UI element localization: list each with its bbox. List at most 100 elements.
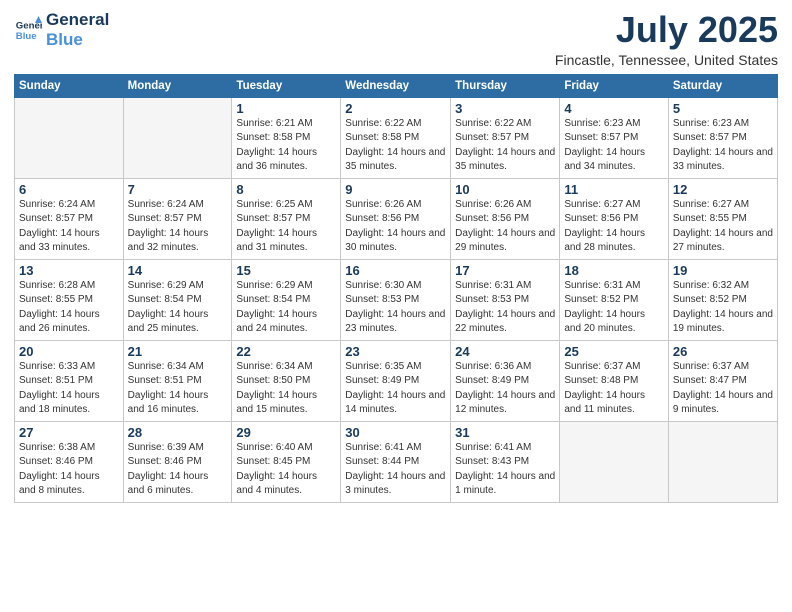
calendar-header-row: SundayMondayTuesdayWednesdayThursdayFrid… — [15, 74, 778, 97]
day-number: 31 — [455, 425, 555, 440]
day-detail: Sunrise: 6:31 AMSunset: 8:52 PMDaylight:… — [564, 279, 664, 337]
day-number: 24 — [455, 344, 555, 359]
day-number: 5 — [673, 101, 773, 116]
day-detail: Sunrise: 6:31 AMSunset: 8:53 PMDaylight:… — [455, 279, 555, 337]
calendar-cell: 13Sunrise: 6:28 AMSunset: 8:55 PMDayligh… — [15, 259, 124, 340]
svg-text:Blue: Blue — [16, 31, 37, 42]
calendar-cell: 3Sunrise: 6:22 AMSunset: 8:57 PMDaylight… — [451, 97, 560, 178]
day-number: 12 — [673, 182, 773, 197]
day-number: 19 — [673, 263, 773, 278]
calendar-cell: 11Sunrise: 6:27 AMSunset: 8:56 PMDayligh… — [560, 178, 669, 259]
calendar-cell: 20Sunrise: 6:33 AMSunset: 8:51 PMDayligh… — [15, 340, 124, 421]
calendar-cell: 18Sunrise: 6:31 AMSunset: 8:52 PMDayligh… — [560, 259, 669, 340]
day-number: 22 — [236, 344, 336, 359]
calendar-cell: 23Sunrise: 6:35 AMSunset: 8:49 PMDayligh… — [341, 340, 451, 421]
calendar-cell: 19Sunrise: 6:32 AMSunset: 8:52 PMDayligh… — [668, 259, 777, 340]
calendar-cell: 5Sunrise: 6:23 AMSunset: 8:57 PMDaylight… — [668, 97, 777, 178]
day-number: 30 — [345, 425, 446, 440]
calendar-cell — [668, 421, 777, 502]
calendar-cell: 8Sunrise: 6:25 AMSunset: 8:57 PMDaylight… — [232, 178, 341, 259]
calendar-cell: 28Sunrise: 6:39 AMSunset: 8:46 PMDayligh… — [123, 421, 232, 502]
day-number: 29 — [236, 425, 336, 440]
day-detail: Sunrise: 6:34 AMSunset: 8:50 PMDaylight:… — [236, 360, 336, 418]
day-number: 1 — [236, 101, 336, 116]
day-number: 13 — [19, 263, 119, 278]
col-header-friday: Friday — [560, 74, 669, 97]
calendar-cell — [560, 421, 669, 502]
day-number: 7 — [128, 182, 228, 197]
day-number: 25 — [564, 344, 664, 359]
day-number: 11 — [564, 182, 664, 197]
calendar-cell: 15Sunrise: 6:29 AMSunset: 8:54 PMDayligh… — [232, 259, 341, 340]
day-detail: Sunrise: 6:36 AMSunset: 8:49 PMDaylight:… — [455, 360, 555, 418]
calendar-week-row: 1Sunrise: 6:21 AMSunset: 8:58 PMDaylight… — [15, 97, 778, 178]
day-detail: Sunrise: 6:23 AMSunset: 8:57 PMDaylight:… — [564, 117, 664, 175]
day-detail: Sunrise: 6:34 AMSunset: 8:51 PMDaylight:… — [128, 360, 228, 418]
calendar-cell: 4Sunrise: 6:23 AMSunset: 8:57 PMDaylight… — [560, 97, 669, 178]
day-number: 26 — [673, 344, 773, 359]
calendar-cell: 31Sunrise: 6:41 AMSunset: 8:43 PMDayligh… — [451, 421, 560, 502]
logo-blue: Blue — [46, 30, 83, 49]
col-header-wednesday: Wednesday — [341, 74, 451, 97]
day-detail: Sunrise: 6:30 AMSunset: 8:53 PMDaylight:… — [345, 279, 446, 337]
col-header-saturday: Saturday — [668, 74, 777, 97]
day-detail: Sunrise: 6:28 AMSunset: 8:55 PMDaylight:… — [19, 279, 119, 337]
calendar-cell: 27Sunrise: 6:38 AMSunset: 8:46 PMDayligh… — [15, 421, 124, 502]
col-header-monday: Monday — [123, 74, 232, 97]
day-detail: Sunrise: 6:25 AMSunset: 8:57 PMDaylight:… — [236, 198, 336, 256]
day-number: 4 — [564, 101, 664, 116]
calendar-cell: 24Sunrise: 6:36 AMSunset: 8:49 PMDayligh… — [451, 340, 560, 421]
calendar-cell: 26Sunrise: 6:37 AMSunset: 8:47 PMDayligh… — [668, 340, 777, 421]
day-detail: Sunrise: 6:32 AMSunset: 8:52 PMDaylight:… — [673, 279, 773, 337]
calendar-cell: 21Sunrise: 6:34 AMSunset: 8:51 PMDayligh… — [123, 340, 232, 421]
sub-title: Fincastle, Tennessee, United States — [555, 52, 778, 68]
col-header-tuesday: Tuesday — [232, 74, 341, 97]
title-block: July 2025 Fincastle, Tennessee, United S… — [555, 10, 778, 68]
calendar-cell: 30Sunrise: 6:41 AMSunset: 8:44 PMDayligh… — [341, 421, 451, 502]
main-title: July 2025 — [555, 10, 778, 50]
day-detail: Sunrise: 6:41 AMSunset: 8:43 PMDaylight:… — [455, 441, 555, 499]
day-number: 10 — [455, 182, 555, 197]
page: General Blue General Blue July 2025 Finc… — [0, 0, 792, 612]
calendar-cell: 1Sunrise: 6:21 AMSunset: 8:58 PMDaylight… — [232, 97, 341, 178]
day-number: 18 — [564, 263, 664, 278]
day-detail: Sunrise: 6:37 AMSunset: 8:48 PMDaylight:… — [564, 360, 664, 418]
calendar-cell: 12Sunrise: 6:27 AMSunset: 8:55 PMDayligh… — [668, 178, 777, 259]
calendar-week-row: 20Sunrise: 6:33 AMSunset: 8:51 PMDayligh… — [15, 340, 778, 421]
calendar-cell: 16Sunrise: 6:30 AMSunset: 8:53 PMDayligh… — [341, 259, 451, 340]
col-header-thursday: Thursday — [451, 74, 560, 97]
day-detail: Sunrise: 6:35 AMSunset: 8:49 PMDaylight:… — [345, 360, 446, 418]
calendar-cell — [15, 97, 124, 178]
logo-icon: General Blue — [14, 16, 42, 44]
calendar-cell: 29Sunrise: 6:40 AMSunset: 8:45 PMDayligh… — [232, 421, 341, 502]
day-number: 6 — [19, 182, 119, 197]
day-number: 3 — [455, 101, 555, 116]
calendar-cell: 9Sunrise: 6:26 AMSunset: 8:56 PMDaylight… — [341, 178, 451, 259]
calendar-cell: 22Sunrise: 6:34 AMSunset: 8:50 PMDayligh… — [232, 340, 341, 421]
day-detail: Sunrise: 6:39 AMSunset: 8:46 PMDaylight:… — [128, 441, 228, 499]
calendar-cell: 2Sunrise: 6:22 AMSunset: 8:58 PMDaylight… — [341, 97, 451, 178]
day-detail: Sunrise: 6:21 AMSunset: 8:58 PMDaylight:… — [236, 117, 336, 175]
header: General Blue General Blue July 2025 Finc… — [14, 10, 778, 68]
day-number: 20 — [19, 344, 119, 359]
day-detail: Sunrise: 6:38 AMSunset: 8:46 PMDaylight:… — [19, 441, 119, 499]
calendar-week-row: 13Sunrise: 6:28 AMSunset: 8:55 PMDayligh… — [15, 259, 778, 340]
calendar-cell: 10Sunrise: 6:26 AMSunset: 8:56 PMDayligh… — [451, 178, 560, 259]
day-number: 21 — [128, 344, 228, 359]
day-detail: Sunrise: 6:40 AMSunset: 8:45 PMDaylight:… — [236, 441, 336, 499]
day-number: 14 — [128, 263, 228, 278]
calendar-cell: 14Sunrise: 6:29 AMSunset: 8:54 PMDayligh… — [123, 259, 232, 340]
calendar-cell: 7Sunrise: 6:24 AMSunset: 8:57 PMDaylight… — [123, 178, 232, 259]
day-detail: Sunrise: 6:22 AMSunset: 8:58 PMDaylight:… — [345, 117, 446, 175]
calendar-cell: 6Sunrise: 6:24 AMSunset: 8:57 PMDaylight… — [15, 178, 124, 259]
day-number: 15 — [236, 263, 336, 278]
day-number: 27 — [19, 425, 119, 440]
day-detail: Sunrise: 6:29 AMSunset: 8:54 PMDaylight:… — [128, 279, 228, 337]
day-number: 16 — [345, 263, 446, 278]
day-number: 17 — [455, 263, 555, 278]
day-detail: Sunrise: 6:27 AMSunset: 8:55 PMDaylight:… — [673, 198, 773, 256]
logo: General Blue General Blue — [14, 10, 109, 50]
day-number: 8 — [236, 182, 336, 197]
calendar-table: SundayMondayTuesdayWednesdayThursdayFrid… — [14, 74, 778, 503]
day-detail: Sunrise: 6:33 AMSunset: 8:51 PMDaylight:… — [19, 360, 119, 418]
